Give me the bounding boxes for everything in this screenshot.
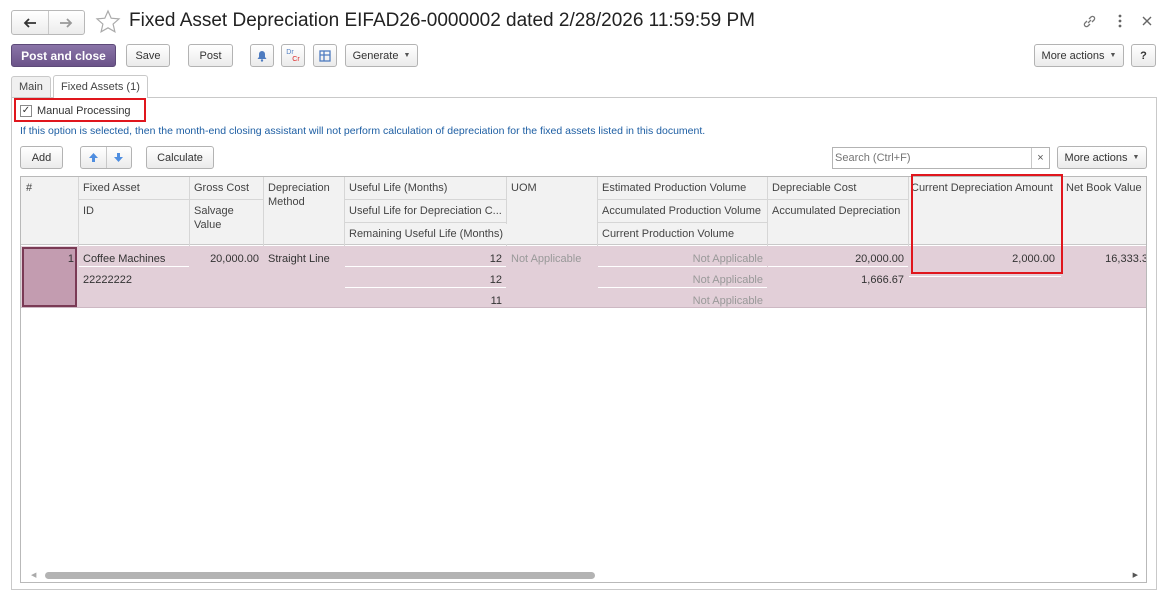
scroll-left-icon[interactable]: ◀: [31, 571, 36, 579]
cell-depreciable-cost[interactable]: 20,000.00: [768, 249, 908, 269]
header-uom[interactable]: UOM: [507, 178, 541, 198]
table-icon: [319, 49, 331, 62]
cr-label: Cr: [292, 55, 300, 63]
scrollbar-thumb[interactable]: [45, 572, 595, 579]
more-actions-button[interactable]: More actions ▼: [1034, 44, 1124, 67]
header-accumulated-production[interactable]: Accumulated Production Volume: [598, 201, 765, 221]
arrow-up-icon: [88, 153, 98, 162]
horizontal-scrollbar[interactable]: ◀ ▶: [21, 568, 1146, 582]
link-icon[interactable]: [1080, 11, 1098, 31]
move-down-button[interactable]: [107, 147, 132, 168]
header-row-number: #: [22, 178, 37, 198]
arrow-down-icon: [114, 153, 124, 162]
move-up-button[interactable]: [81, 147, 107, 168]
header-estimated-production[interactable]: Estimated Production Volume: [598, 178, 751, 198]
header-fixed-asset[interactable]: Fixed Asset: [79, 178, 144, 198]
calculate-button[interactable]: Calculate: [146, 146, 214, 169]
header-accumulated-depreciation[interactable]: Accumulated Depreciation: [768, 201, 905, 221]
cell-row-number: 1: [67, 253, 74, 265]
tab-fixed-assets[interactable]: Fixed Assets (1): [53, 75, 148, 98]
arrow-left-icon: [23, 17, 36, 28]
cell-uom[interactable]: Not Applicable: [507, 249, 585, 269]
cell-fixed-asset[interactable]: Coffee Machines: [79, 249, 169, 269]
favorite-star-icon[interactable]: [95, 9, 121, 35]
cell-current-production[interactable]: Not Applicable: [598, 291, 767, 311]
more-actions-label: More actions: [1041, 49, 1105, 62]
arrow-right-icon: [60, 17, 73, 28]
clear-search-button[interactable]: ×: [1031, 148, 1049, 168]
forward-button[interactable]: [47, 11, 85, 34]
header-gross-cost[interactable]: Gross Cost: [190, 178, 254, 198]
more-menu-icon[interactable]: [1111, 11, 1129, 31]
chevron-down-icon: ▼: [1132, 154, 1140, 161]
move-row-buttons: [80, 146, 132, 169]
notification-button[interactable]: [250, 44, 274, 67]
cell-useful-life-depreciation[interactable]: 12: [345, 270, 506, 290]
header-depreciable-cost[interactable]: Depreciable Cost: [768, 178, 861, 198]
generate-button[interactable]: Generate ▼: [345, 44, 418, 67]
grid-more-actions-button[interactable]: More actions ▼: [1057, 146, 1147, 169]
page-title: Fixed Asset Depreciation EIFAD26-0000002…: [129, 10, 756, 31]
navigation-buttons: [11, 10, 85, 35]
grid-more-actions-label: More actions: [1064, 151, 1128, 164]
post-button[interactable]: Post: [188, 44, 233, 67]
dr-cr-button[interactable]: Dr Cr: [281, 44, 305, 67]
annotation-highlight-manual: [14, 98, 146, 122]
bell-icon: [257, 50, 267, 62]
cell-accumulated-production[interactable]: Not Applicable: [598, 270, 767, 290]
header-useful-life-depreciation[interactable]: Useful Life for Depreciation C...: [345, 201, 505, 221]
close-icon[interactable]: [1138, 11, 1156, 31]
scroll-right-icon[interactable]: ▶: [1133, 571, 1138, 579]
cell-net-book-value[interactable]: 16,333.3: [1062, 249, 1146, 269]
header-depreciation-method[interactable]: Depreciation Method: [264, 178, 343, 212]
report-button[interactable]: [313, 44, 337, 67]
add-button[interactable]: Add: [20, 146, 63, 169]
search-box: ×: [832, 147, 1050, 169]
header-remaining-life[interactable]: Remaining Useful Life (Months): [345, 224, 508, 244]
post-and-close-button[interactable]: Post and close: [11, 44, 116, 67]
cell-accumulated-depreciation[interactable]: 1,666.67: [768, 270, 908, 290]
header-salvage-value[interactable]: Salvage Value: [190, 201, 262, 235]
annotation-highlight-current-depreciation: [911, 174, 1063, 274]
cell-useful-life[interactable]: 12: [345, 249, 506, 269]
search-input[interactable]: [833, 148, 1031, 168]
cell-remaining-life[interactable]: 11: [345, 291, 506, 311]
cell-estimated-production[interactable]: Not Applicable: [598, 249, 767, 269]
cell-id[interactable]: 22222222: [79, 270, 136, 290]
save-button[interactable]: Save: [126, 44, 170, 67]
cell-depreciation-method[interactable]: Straight Line: [264, 249, 334, 269]
cell-gross-cost[interactable]: 20,000.00: [190, 249, 263, 269]
chevron-down-icon: ▼: [403, 52, 411, 59]
dr-label: Dr: [286, 48, 294, 56]
back-button[interactable]: [12, 11, 48, 34]
chevron-down-icon: ▼: [1109, 52, 1117, 59]
generate-label: Generate: [352, 49, 399, 62]
header-current-production[interactable]: Current Production Volume: [598, 224, 739, 244]
header-net-book-value[interactable]: Net Book Value: [1062, 178, 1146, 198]
tab-main[interactable]: Main: [11, 76, 51, 97]
header-useful-life[interactable]: Useful Life (Months): [345, 178, 452, 198]
info-text: If this option is selected, then the mon…: [20, 125, 706, 137]
header-id[interactable]: ID: [79, 201, 98, 221]
help-button[interactable]: ?: [1131, 44, 1156, 67]
